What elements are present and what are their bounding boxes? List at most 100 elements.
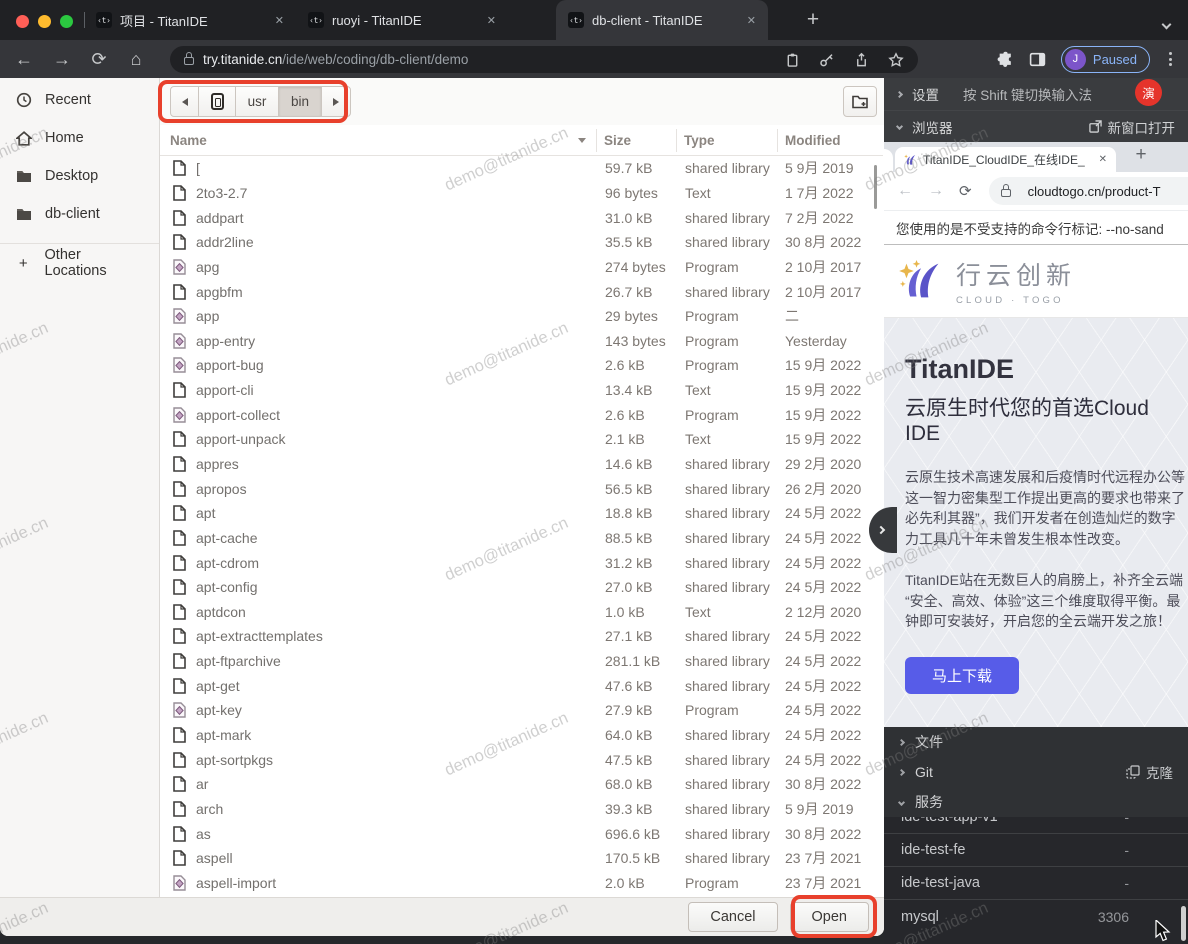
file-row[interactable]: apt-key 27.9 kB Program 24 5月 2022 [160,698,876,723]
file-row[interactable]: apport-bug 2.6 kB Program 15 9月 2022 [160,353,876,378]
tab-close-icon[interactable]: ✕ [273,12,286,29]
tab-search-chevron-icon[interactable] [1163,15,1170,33]
file-row[interactable]: aptdcon 1.0 kB Text 2 12月 2020 [160,600,876,625]
open-new-window-button[interactable]: 新窗口打开 [1089,117,1176,137]
close-window-button[interactable] [16,15,29,28]
path-device-button[interactable] [199,87,236,116]
browser-tab[interactable]: ‹t› db-client - TitanIDE ✕ [556,0,768,40]
file-row[interactable]: apport-cli 13.4 kB Text 15 9月 2022 [160,378,876,403]
file-list-scrollbar[interactable] [874,165,877,209]
window-controls[interactable] [16,15,73,28]
share-icon[interactable] [854,52,869,68]
clipboard-icon[interactable] [785,52,800,68]
column-header-size[interactable]: Size [604,125,631,156]
file-row[interactable]: apt-extracttemplates 27.1 kB shared libr… [160,624,876,649]
file-row[interactable]: appres 14.6 kB shared library 29 2月 2020 [160,452,876,477]
download-now-button[interactable]: 马上下载 [905,657,1019,694]
column-header-type[interactable]: Type [684,125,715,156]
bookmark-star-icon[interactable] [888,52,904,68]
side-panel-icon[interactable] [1029,51,1046,68]
tab-close-icon[interactable]: ✕ [745,12,758,29]
file-row[interactable]: arch 39.3 kB shared library 5 9月 2019 [160,797,876,822]
sidebar-item[interactable]: Home [0,119,159,157]
maximize-window-button[interactable] [60,15,73,28]
section-files[interactable]: 文件 [884,727,1188,757]
embedded-address-bar[interactable]: cloudtogo.cn/product-T [989,177,1188,205]
file-row[interactable]: ar 68.0 kB shared library 30 8月 2022 [160,772,876,797]
tab-title: ruoyi - TitanIDE [332,13,477,28]
file-row[interactable]: apt-cache 88.5 kB shared library 24 5月 2… [160,526,876,551]
section-services[interactable]: 服务 [884,787,1188,817]
file-row[interactable]: apt-get 47.6 kB shared library 24 5月 202… [160,673,876,698]
file-row[interactable]: [ 59.7 kB shared library 5 9月 2019 [160,156,876,181]
embedded-reload-icon[interactable]: ⟳ [959,182,972,200]
file-row[interactable]: addr2line 35.5 kB shared library 30 8月 2… [160,230,876,255]
file-row[interactable]: app-entry 143 bytes Program Yesterday [160,328,876,353]
browser-tabstrip: ‹t› 项目 - TitanIDE ✕ ‹t› ruoyi - TitanIDE… [0,0,1188,40]
browser-menu-icon[interactable] [1165,52,1176,66]
file-row[interactable]: apt-mark 64.0 kB shared library 24 5月 20… [160,723,876,748]
file-row[interactable]: apropos 56.5 kB shared library 26 2月 202… [160,476,876,501]
file-type: Program [685,702,739,718]
column-header-modified[interactable]: Modified [785,125,841,156]
file-row[interactable]: apt-cdrom 31.2 kB shared library 24 5月 2… [160,550,876,575]
file-row[interactable]: apt-sortpkgs 47.5 kB shared library 24 5… [160,747,876,772]
file-row[interactable]: aspell-import 2.0 kB Program 23 7月 2021 [160,871,876,896]
embedded-new-tab-button[interactable]: + [1129,144,1153,166]
column-header-name[interactable]: Name [170,125,207,156]
file-row[interactable]: apgbfm 26.7 kB shared library 2 10月 2017 [160,279,876,304]
file-row[interactable]: apt-ftparchive 281.1 kB shared library 2… [160,649,876,674]
sidebar-item[interactable]: db-client [0,195,159,233]
demo-badge[interactable]: 演 [1135,79,1162,106]
file-row[interactable]: apt-config 27.0 kB shared library 24 5月 … [160,575,876,600]
file-row[interactable]: aspell 170.5 kB shared library 23 7月 202… [160,846,876,871]
address-bar[interactable]: try.titanide.cn/ide/web/coding/db-client… [170,46,918,73]
embedded-browser-tab[interactable]: TitanIDE_CloudIDE_在线IDE_ ✕ [895,147,1116,172]
embedded-forward-icon[interactable]: → [928,182,944,200]
file-row[interactable]: apport-collect 2.6 kB Program 15 9月 2022 [160,402,876,427]
sidebar-item[interactable]: Desktop [0,157,159,195]
section-git[interactable]: Git 克隆 [884,757,1188,787]
path-segment-usr[interactable]: usr [236,87,279,116]
embedded-back-icon[interactable]: ← [897,182,913,200]
file-row[interactable]: app 29 bytes Program 二 [160,304,876,329]
services-scrollbar[interactable] [1181,906,1186,941]
extensions-puzzle-icon[interactable] [997,51,1014,68]
open-button[interactable]: Open [790,902,869,932]
cancel-button[interactable]: Cancel [688,902,777,932]
file-row[interactable]: as 696.6 kB shared library 30 8月 2022 [160,821,876,846]
back-icon[interactable]: ← [10,40,38,78]
password-key-icon[interactable] [819,52,835,68]
sidebar-item-other-locations[interactable]: + Other Locations [0,244,159,282]
file-row[interactable]: apport-unpack 2.1 kB Text 15 9月 2022 [160,427,876,452]
file-type-icon [173,579,186,595]
file-row[interactable]: addpart 31.0 kB shared library 7 2月 2022 [160,205,876,230]
git-clone-button[interactable]: 克隆 [1126,762,1173,782]
tab-close-icon[interactable]: ✕ [485,12,498,29]
browser-tab[interactable]: ‹t› 项目 - TitanIDE ✕ [84,0,296,40]
file-row[interactable]: apt 18.8 kB shared library 24 5月 2022 [160,501,876,526]
path-segment-bin[interactable]: bin [279,87,322,116]
sidebar-item-label: db-client [45,206,100,222]
home-icon[interactable]: ⌂ [122,40,150,78]
file-modified: 15 9月 2022 [785,355,861,375]
path-forward-button[interactable] [322,87,350,116]
service-row[interactable]: ide-test-java - [884,867,1188,900]
service-row[interactable]: ide-test-app-v1 - [884,817,1188,834]
service-row[interactable]: ide-test-fe - [884,834,1188,867]
forward-icon[interactable]: → [48,40,76,78]
path-back-button[interactable] [171,87,199,116]
new-folder-button[interactable] [843,86,877,117]
sidebar-item[interactable]: Recent [0,81,159,119]
service-row[interactable]: mysql 3306 [884,900,1188,933]
new-tab-button[interactable]: + [800,7,826,33]
ide-browser-row[interactable]: 浏览器 新窗口打开 [884,110,1188,142]
browser-tab[interactable]: ‹t› ruoyi - TitanIDE ✕ [296,0,508,40]
file-row[interactable]: 2to3-2.7 96 bytes Text 1 7月 2022 [160,181,876,206]
profile-button[interactable]: J Paused [1061,46,1150,73]
minimize-window-button[interactable] [38,15,51,28]
ide-settings-row[interactable]: 设置 按 Shift 键切换输入法 演 [884,78,1188,110]
embedded-tab-close-icon[interactable]: ✕ [1099,154,1107,165]
file-row[interactable]: apg 274 bytes Program 2 10月 2017 [160,255,876,280]
reload-icon[interactable]: ⟳ [85,40,113,78]
